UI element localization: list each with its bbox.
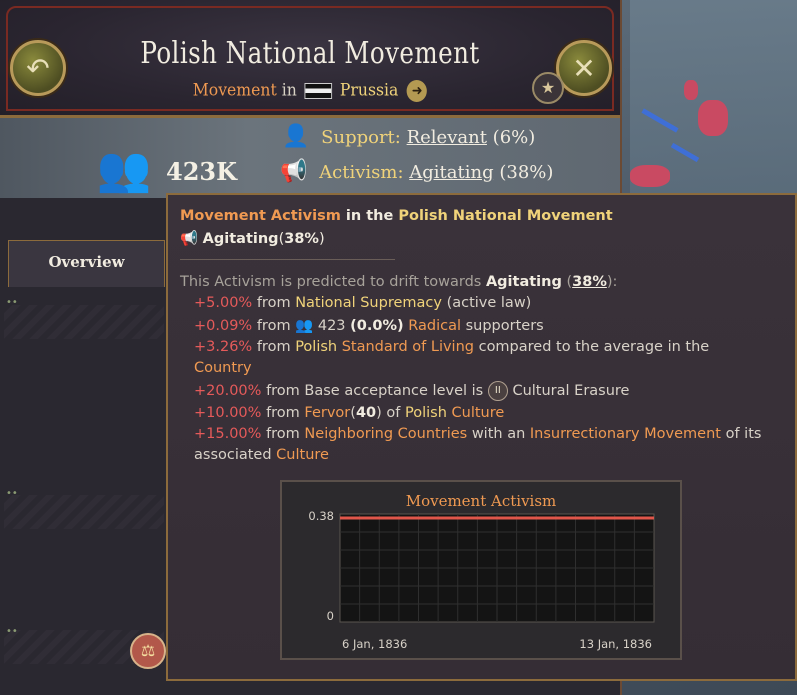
activism-tooltip: Movement Activism in the Polish National…: [166, 193, 797, 681]
drift-prefix: This Activism is predicted to drift towa…: [180, 274, 482, 290]
radical-count: 423: [317, 318, 346, 334]
list-row[interactable]: [4, 495, 164, 529]
modifier-text: of its: [725, 426, 762, 442]
culture-link[interactable]: Polish: [295, 339, 337, 355]
modifier-text: from Base acceptance level is: [266, 383, 484, 399]
tooltip-state-percent: 38%: [284, 231, 319, 247]
activism-label: Activism:: [319, 162, 404, 183]
modifier-line: +0.09% from 👥 423 (0.0%) Radical support…: [194, 317, 544, 334]
modifier-value: +15.00%: [194, 426, 262, 442]
map-region: [684, 80, 698, 100]
y-tick-label: 0.38: [308, 509, 334, 523]
modifier-text: from: [256, 339, 291, 355]
movement-subtitle: Movement in Prussia ➜: [25, 80, 595, 102]
activism-value[interactable]: Agitating: [409, 162, 493, 183]
row-marker-icon: ••: [6, 488, 18, 499]
supporters-icon: 👤: [282, 124, 310, 149]
modifier-line: +10.00% from Fervor(40) of Polish Cultur…: [194, 405, 505, 421]
map-region: [630, 165, 670, 187]
tooltip-heading-connector: in the: [345, 208, 394, 224]
modifier-value: +0.09%: [194, 318, 253, 334]
support-stat: 👤 Support: Relevant (6%): [282, 124, 535, 149]
law-link[interactable]: National Supremacy: [295, 295, 442, 311]
culture-term-link[interactable]: Culture: [452, 405, 505, 421]
modifier-text: associated: [194, 447, 272, 463]
culture-badge-icon[interactable]: ⚖: [130, 633, 166, 669]
movement-link[interactable]: Insurrectionary Movement: [530, 426, 721, 442]
activism-chart: Movement Activism 0.38 0 6 Jan, 1836 13 Jan…: [280, 480, 682, 660]
acceptance-status-icon: II: [487, 381, 508, 401]
modifier-text: from: [256, 318, 291, 334]
tooltip-state: 📢 Agitating(38%): [180, 231, 325, 247]
tooltip-heading: Movement Activism in the Polish National…: [180, 208, 613, 224]
people-icon: 👥: [96, 144, 152, 195]
star-icon: ★: [540, 78, 556, 97]
fervor-link[interactable]: Fervor: [304, 405, 350, 421]
modifier-text: from: [266, 405, 300, 421]
activism-stat: 📢 Activism: Agitating (38%): [280, 159, 553, 184]
modifier-value: +3.26%: [194, 339, 253, 355]
support-value[interactable]: Relevant: [407, 127, 487, 148]
modifier-text: of: [386, 405, 401, 421]
modifier-text: (active law): [446, 295, 532, 311]
radical-link[interactable]: Radical: [408, 318, 461, 334]
radical-percent: (0.0%): [350, 318, 404, 334]
acceptance-status: Cultural Erasure: [512, 383, 630, 399]
population-count: 423K: [166, 157, 237, 186]
modifier-text: supporters: [465, 318, 544, 334]
go-to-country-button[interactable]: ➜: [406, 80, 428, 102]
modifier-line: +20.00% from Base acceptance level is II…: [194, 381, 629, 401]
list-row[interactable]: [4, 305, 164, 339]
x-tick-label: 13 Jan, 1836: [579, 637, 652, 651]
modifier-value: +10.00%: [194, 405, 262, 421]
x-tick-label: 6 Jan, 1836: [342, 637, 407, 651]
support-percent: (6%): [492, 127, 536, 148]
tooltip-heading-movement: Polish National Movement: [398, 208, 613, 224]
tooltip-heading-metric: Movement Activism: [180, 208, 341, 224]
map-region: [698, 100, 728, 136]
row-marker-icon: ••: [6, 297, 18, 308]
fervor-value: 40: [355, 405, 377, 421]
star-button[interactable]: ★: [532, 72, 564, 104]
modifier-value: +20.00%: [194, 383, 262, 399]
megaphone-icon: 📢: [280, 159, 308, 184]
subtitle-in: in: [281, 80, 297, 101]
tab-overview[interactable]: Overview: [8, 240, 165, 287]
drift-percent: 38%: [572, 274, 607, 290]
culture-term-link[interactable]: Culture: [276, 447, 329, 463]
modifier-line: +3.26% from Polish Standard of Living co…: [194, 339, 709, 355]
modifier-text: from: [256, 295, 291, 311]
y-tick-label: 0: [327, 609, 334, 623]
tooltip-state-label: Agitating: [202, 231, 279, 247]
modifier-text: from: [266, 426, 300, 442]
chart-plot: 0.38 0 6 Jan, 1836 13 Jan, 1836: [308, 509, 655, 651]
country-link[interactable]: Prussia: [340, 81, 398, 101]
sol-link[interactable]: Standard of Living: [342, 339, 474, 355]
modifier-line: +15.00% from Neighboring Countries with …: [194, 426, 761, 442]
tooltip-drift: This Activism is predicted to drift towa…: [180, 274, 618, 290]
modifier-value: +5.00%: [194, 295, 253, 311]
tooltip-divider: [180, 259, 395, 260]
megaphone-icon: 📢: [180, 231, 199, 247]
row-marker-icon: ••: [6, 626, 18, 637]
country-link[interactable]: Country: [194, 360, 252, 376]
modifier-line-continued: associated Culture: [194, 447, 329, 463]
prussia-flag-icon: [304, 83, 333, 99]
modifier-line-continued: Country: [194, 360, 252, 376]
page-title: Polish National Movement: [140, 36, 480, 71]
modifier-text: compared to the average in the: [478, 339, 710, 355]
people-icon: 👥: [295, 318, 314, 334]
subtitle-movement: Movement: [192, 80, 277, 101]
modifier-line: +5.00% from National Supremacy (active l…: [194, 295, 531, 311]
neighbors-link[interactable]: Neighboring Countries: [304, 426, 467, 442]
culture-link[interactable]: Polish: [405, 405, 447, 421]
drift-target: Agitating: [485, 274, 562, 290]
activism-percent: (38%): [499, 162, 554, 183]
panel-header: ↶ ✕ Polish National Movement Movement in…: [0, 0, 620, 118]
support-label: Support:: [321, 127, 401, 148]
modifier-text: with an: [471, 426, 526, 442]
